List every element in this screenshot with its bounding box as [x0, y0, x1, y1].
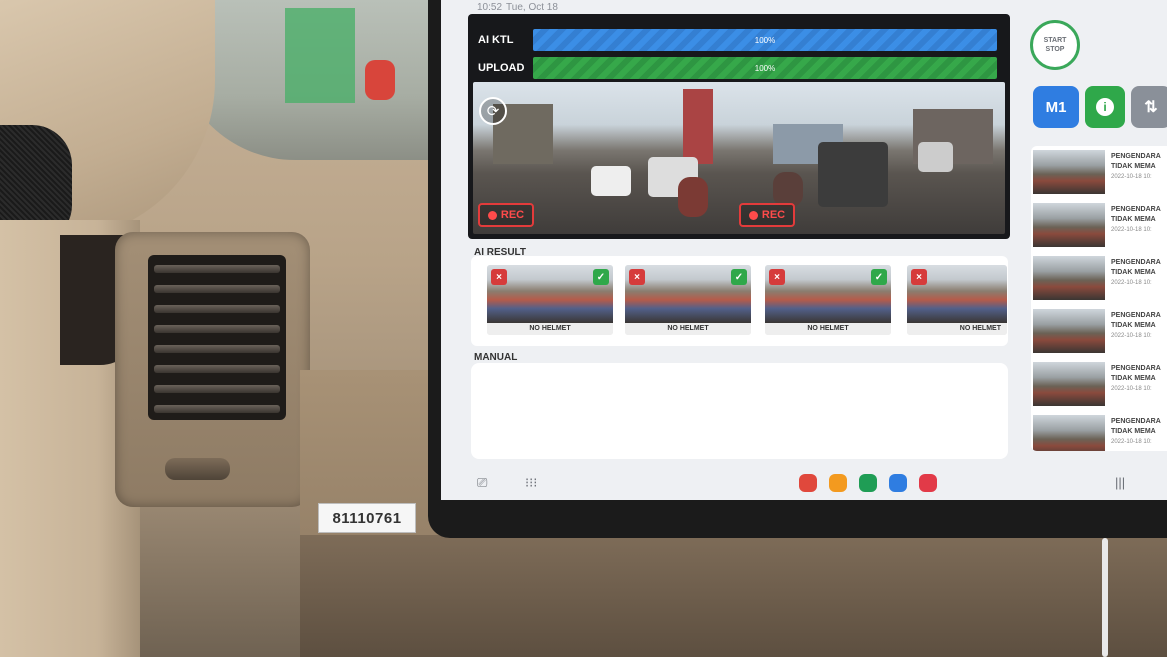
- item-line2: TIDAK MEMA: [1111, 375, 1156, 382]
- tablet-device: 10:52 Tue, Oct 18 AI KTL 100% UPLOAD 100…: [428, 0, 1167, 538]
- reject-icon[interactable]: ×: [769, 269, 785, 285]
- air-vent: [148, 255, 286, 420]
- accept-icon[interactable]: ✓: [871, 269, 887, 285]
- list-item[interactable]: PENGENDARA TIDAK MEMA 2022-10-18 10:: [1031, 411, 1167, 451]
- m1-button[interactable]: M1: [1033, 86, 1079, 128]
- app-icon-red[interactable]: [799, 474, 817, 492]
- accept-icon[interactable]: ✓: [593, 269, 609, 285]
- list-thumbnail: [1033, 256, 1105, 300]
- result-card[interactable]: × ✓ NO HELMET: [765, 265, 891, 335]
- item-line1: PENGENDARA: [1111, 312, 1161, 319]
- car-dashboard-photo: 81110761 10:52 Tue, Oct 18 AI KTL 100% U…: [0, 0, 1167, 657]
- status-date: Tue, Oct 18: [506, 1, 558, 13]
- reject-icon[interactable]: ×: [629, 269, 645, 285]
- item-line2: TIDAK MEMA: [1111, 216, 1156, 223]
- record-icon: [487, 210, 497, 220]
- progress-label: UPLOAD: [478, 62, 525, 74]
- status-bar: 10:52 Tue, Oct 18: [477, 0, 558, 14]
- result-label: NO HELMET: [487, 323, 613, 335]
- rec-button-left[interactable]: REC: [478, 203, 534, 227]
- list-thumbnail: [1033, 362, 1105, 406]
- item-line1: PENGENDARA: [1111, 206, 1161, 213]
- app-icon-green[interactable]: [859, 474, 877, 492]
- list-thumbnail: [1033, 150, 1105, 194]
- info-button[interactable]: i: [1085, 86, 1125, 128]
- item-line1: PENGENDARA: [1111, 365, 1161, 372]
- reject-icon[interactable]: ×: [911, 269, 927, 285]
- list-item[interactable]: PENGENDARA TIDAK MEMA 2022-10-18 10:: [1031, 252, 1167, 302]
- list-thumbnail: [1033, 415, 1105, 451]
- ai-results-row: × ✓ NO HELMET × ✓ NO HELMET × ✓ NO HELME…: [471, 256, 1008, 346]
- item-line1: PENGENDARA: [1111, 418, 1161, 425]
- charging-cable: [1102, 538, 1108, 657]
- result-card[interactable]: × ✓ NO HELMET: [625, 265, 751, 335]
- list-item[interactable]: PENGENDARA TIDAK MEMA 2022-10-18 10:: [1031, 358, 1167, 408]
- item-date: 2022-10-18 10:: [1111, 227, 1152, 233]
- android-nav-bar: ⎚ ⁝⁝⁝ |||: [441, 466, 1167, 500]
- item-line2: TIDAK MEMA: [1111, 428, 1156, 435]
- progress-bar: 100%: [533, 57, 997, 79]
- start-stop-button[interactable]: START STOP: [1030, 20, 1080, 70]
- rec-button-right[interactable]: REC: [739, 203, 795, 227]
- item-date: 2022-10-18 10:: [1111, 333, 1152, 339]
- progress-value: 100%: [754, 63, 776, 73]
- accept-icon[interactable]: ✓: [731, 269, 747, 285]
- item-line2: TIDAK MEMA: [1111, 269, 1156, 276]
- progress-ai-ktl: AI KTL 100%: [478, 28, 997, 52]
- result-card[interactable]: × ✓ NO HELMET: [487, 265, 613, 335]
- app-icon-blue[interactable]: [889, 474, 907, 492]
- id-sticker: 81110761: [318, 503, 416, 533]
- manual-input-area[interactable]: [471, 363, 1008, 459]
- screen-icon[interactable]: ⎚: [477, 475, 487, 491]
- list-item[interactable]: PENGENDARA TIDAK MEMA 2022-10-18 10:: [1031, 146, 1167, 196]
- progress-upload: UPLOAD 100%: [478, 56, 997, 80]
- manual-heading: MANUAL: [474, 352, 518, 363]
- rec-label: REC: [500, 209, 525, 221]
- status-time: 10:52: [477, 1, 503, 13]
- violation-list: PENGENDARA TIDAK MEMA 2022-10-18 10: PENGE…: [1031, 146, 1167, 451]
- item-date: 2022-10-18 10:: [1111, 386, 1152, 392]
- result-label: NO HELMET: [625, 323, 751, 335]
- sort-button[interactable]: ⇅: [1131, 86, 1167, 128]
- rec-label: REC: [761, 209, 786, 221]
- info-icon: i: [1096, 98, 1114, 116]
- camera-feed: ⟳ REC REC: [473, 82, 1005, 234]
- progress-value: 100%: [754, 35, 776, 45]
- item-line2: TIDAK MEMA: [1111, 163, 1156, 170]
- app-icon-orange[interactable]: [829, 474, 847, 492]
- app-grid-icon[interactable]: ⁝⁝⁝: [525, 475, 537, 491]
- item-date: 2022-10-18 10:: [1111, 174, 1152, 180]
- recents-icon[interactable]: |||: [1115, 475, 1125, 490]
- list-thumbnail: [1033, 203, 1105, 247]
- item-line1: PENGENDARA: [1111, 259, 1161, 266]
- refresh-icon[interactable]: ⟳: [479, 97, 507, 125]
- record-icon: [748, 210, 758, 220]
- progress-bar: 100%: [533, 29, 997, 51]
- list-item[interactable]: PENGENDARA TIDAK MEMA 2022-10-18 10:: [1031, 199, 1167, 249]
- result-label: NO HELMET: [765, 323, 891, 335]
- progress-label: AI KTL: [478, 34, 514, 46]
- stop-label: STOP: [1045, 46, 1065, 53]
- item-date: 2022-10-18 10:: [1111, 280, 1152, 286]
- vent-knob: [165, 458, 230, 480]
- item-line2: TIDAK MEMA: [1111, 322, 1156, 329]
- tablet-screen: 10:52 Tue, Oct 18 AI KTL 100% UPLOAD 100…: [441, 0, 1167, 500]
- list-thumbnail: [1033, 309, 1105, 353]
- result-label: NO HELMET: [907, 323, 1007, 335]
- result-card[interactable]: × NO HELMET: [907, 265, 1007, 335]
- start-label: START: [1043, 37, 1067, 44]
- glovebox: [300, 535, 1167, 657]
- list-item[interactable]: PENGENDARA TIDAK MEMA 2022-10-18 10:: [1031, 305, 1167, 355]
- app-icon-pink[interactable]: [919, 474, 937, 492]
- item-date: 2022-10-18 10:: [1111, 439, 1152, 445]
- reject-icon[interactable]: ×: [491, 269, 507, 285]
- camera-panel: AI KTL 100% UPLOAD 100% ⟳ REC REC: [468, 14, 1010, 239]
- item-line1: PENGENDARA: [1111, 153, 1161, 160]
